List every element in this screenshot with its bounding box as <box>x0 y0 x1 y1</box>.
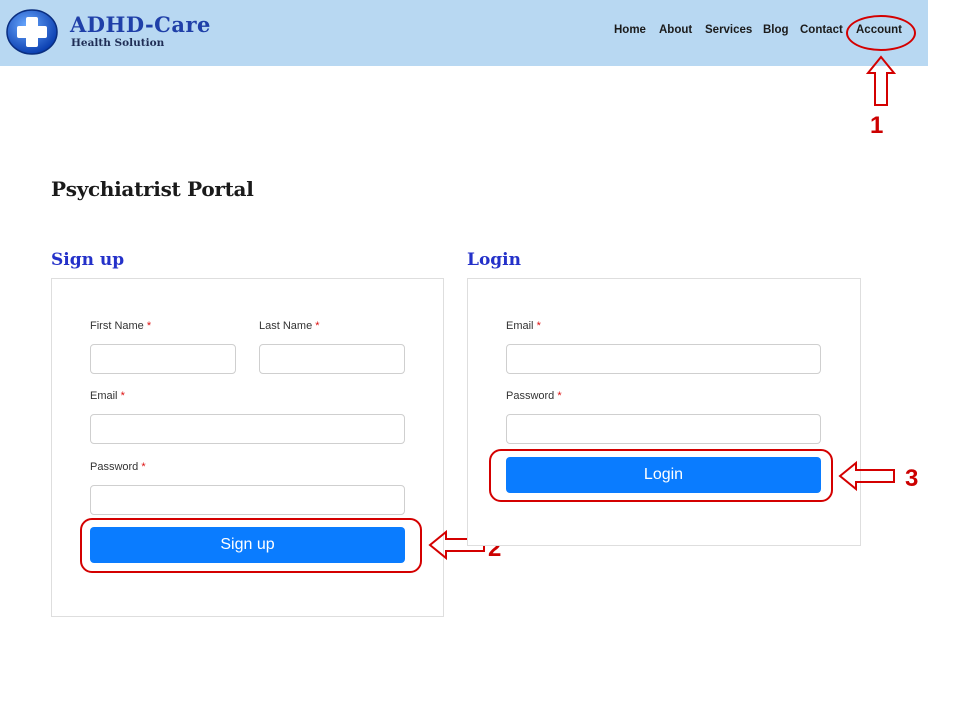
nav-blog[interactable]: Blog <box>763 24 789 36</box>
medical-cross-logo-icon[interactable] <box>6 9 58 55</box>
last-name-label: Last Name * <box>259 320 320 332</box>
signup-button[interactable]: Sign up <box>90 527 405 563</box>
site-header: ADHD-Care Health Solution Home About Ser… <box>0 0 928 66</box>
up-arrow-icon <box>865 55 897 106</box>
nav-contact[interactable]: Contact <box>800 24 843 36</box>
annotation-step-1: 1 <box>870 112 884 139</box>
first-name-label: First Name * <box>90 320 152 332</box>
last-name-input[interactable] <box>259 344 405 374</box>
signup-email-input[interactable] <box>90 414 405 444</box>
brand-name[interactable]: ADHD-Care <box>70 12 211 37</box>
nav-home[interactable]: Home <box>614 24 646 36</box>
login-password-label: Password * <box>506 390 562 402</box>
signup-password-label: Password * <box>90 461 146 473</box>
page-title: Psychiatrist Portal <box>51 177 254 201</box>
login-button[interactable]: Login <box>506 457 821 493</box>
signup-email-label: Email * <box>90 390 125 402</box>
login-title: Login <box>467 250 521 270</box>
nav-services[interactable]: Services <box>705 24 752 36</box>
account-highlight-ellipse <box>846 15 916 51</box>
login-email-input[interactable] <box>506 344 821 374</box>
signup-password-input[interactable] <box>90 485 405 515</box>
login-email-label: Email * <box>506 320 541 332</box>
login-password-input[interactable] <box>506 414 821 444</box>
first-name-input[interactable] <box>90 344 236 374</box>
signup-title: Sign up <box>51 250 125 270</box>
nav-about[interactable]: About <box>659 24 692 36</box>
login-panel <box>467 278 861 546</box>
left-arrow-icon <box>838 460 895 492</box>
brand-tagline: Health Solution <box>71 37 165 49</box>
annotation-step-3: 3 <box>905 465 919 492</box>
